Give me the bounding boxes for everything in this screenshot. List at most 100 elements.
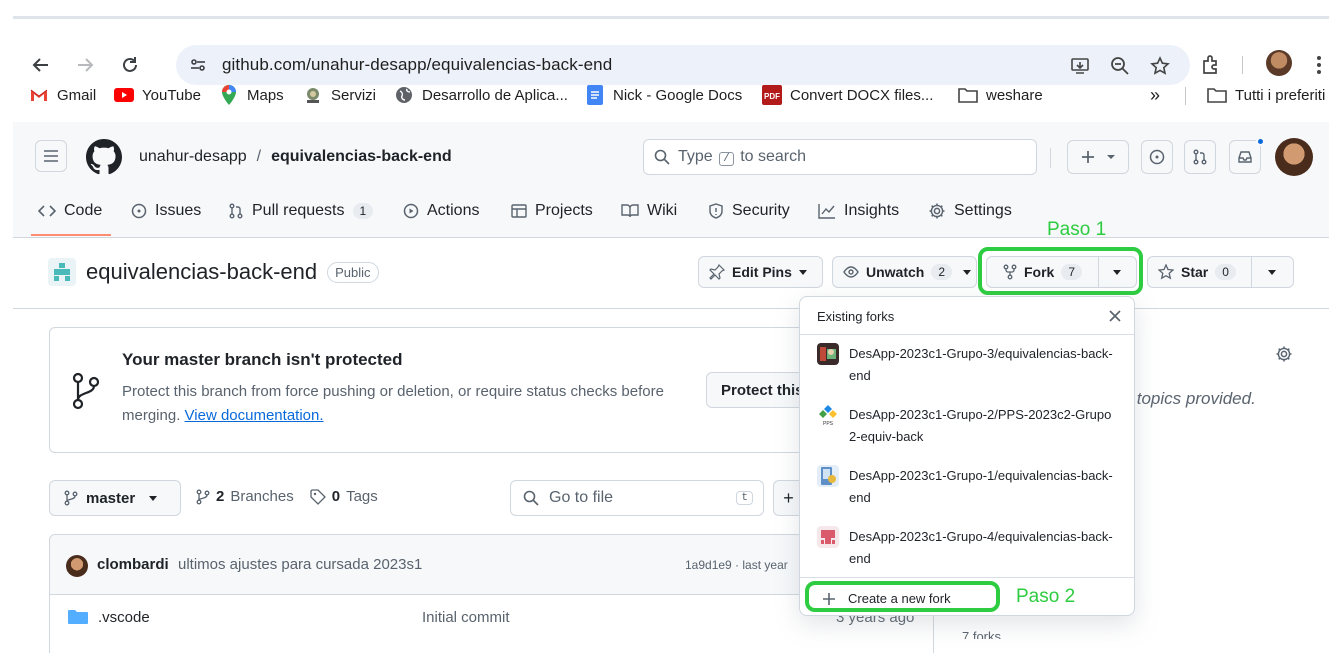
chevron-down-icon [1268,269,1277,275]
existing-fork-item[interactable]: DesApp-2023c1-Grupo-3/equivalencias-back… [817,343,1117,393]
install-app-icon[interactable] [1069,55,1091,77]
git-branch-icon [196,489,210,504]
search-placeholder-suffix: to search [740,148,807,165]
github-logo-icon[interactable] [86,139,122,175]
star-dropdown-toggle[interactable] [1252,257,1293,287]
shield-icon [709,203,723,219]
about-settings-gear-icon[interactable] [1275,345,1293,363]
commit-author-avatar[interactable] [66,555,88,577]
bookmark-weshare[interactable]: weshare [958,80,1043,110]
file-row-message[interactable]: Initial commit [422,609,510,626]
chevron-double-right-icon: » [1150,84,1161,105]
branches-tags-links: 2 Branches 0 Tags [196,488,378,505]
back-button[interactable] [28,52,54,78]
pull-request-icon [229,203,243,219]
tab-label: Wiki [647,202,678,219]
pin-icon [709,264,725,280]
user-avatar[interactable] [1275,138,1313,176]
breadcrumb-owner[interactable]: unahur-desapp [139,148,247,166]
bookmark-gmail[interactable]: Gmail [29,80,96,110]
go-to-file-input[interactable]: Go to file t [510,480,764,516]
bookmark-nick-docs[interactable]: Nick - Google Docs [585,80,742,110]
reload-button[interactable] [117,52,143,78]
zoom-icon[interactable] [1109,55,1131,77]
repo-title: equivalencias-back-end Public [48,258,379,286]
url-text[interactable]: github.com/unahur-desapp/equivalencias-b… [222,55,612,75]
paso1-highlight [978,247,1143,295]
unwatch-button[interactable]: Unwatch 2 [832,256,977,288]
edit-pins-button[interactable]: Edit Pins [698,256,823,288]
repo-identicon-icon [48,258,76,286]
fork-avatar-icon: PPS [817,404,839,426]
tab-insights[interactable]: Insights [818,196,899,226]
paso1-annotation: Paso 1 [1047,219,1107,240]
create-new-button[interactable] [1067,140,1129,174]
edit-pins-label: Edit Pins [732,264,792,280]
address-bar[interactable]: github.com/unahur-desapp/equivalencias-b… [176,45,1190,85]
banner-description: Protect this branch from force pushing o… [122,380,712,428]
tab-wiki[interactable]: Wiki [621,196,677,226]
breadcrumb-repo[interactable]: equivalencias-back-end [271,148,452,166]
tab-issues[interactable]: Issues [131,196,201,226]
book-icon [621,204,639,218]
browser-profile-avatar[interactable] [1266,50,1292,76]
repo-name[interactable]: equivalencias-back-end [86,259,317,285]
tab-label: Issues [155,202,202,219]
fork-name: DesApp-2023c1-Grupo-2/PPS-2023c2-Grupo2-… [849,407,1112,444]
commit-message[interactable]: ultimos ajustes para cursada 2023s1 [178,556,422,573]
tab-settings[interactable]: Settings [928,196,1012,226]
bookmark-all[interactable]: Tutti i preferiti [1207,80,1325,110]
branch-protection-banner: Your master branch isn't protected Prote… [49,327,849,453]
site-info-icon[interactable] [186,53,210,77]
tag-icon [310,488,326,505]
bookmark-star-icon[interactable] [1149,55,1171,77]
pull-requests-button[interactable] [1184,140,1216,174]
forward-button[interactable] [72,52,98,78]
view-documentation-link[interactable]: View documentation. [185,407,324,424]
commit-hash-time[interactable]: 1a9d1e9 · last year [685,558,788,572]
file-row-name[interactable]: .vscode [98,609,150,626]
browser-menu-icon[interactable] [1311,52,1327,78]
bookmark-youtube[interactable]: YouTube [114,80,201,110]
bookmark-convert-docx[interactable]: PDF Convert DOCX files... [762,80,933,110]
branches-count: 2 [216,488,225,505]
bookmark-label: Desarrollo de Aplica... [422,86,568,104]
issues-button[interactable] [1141,140,1173,174]
inbox-button[interactable] [1229,140,1261,174]
bookmark-maps[interactable]: Maps [219,80,284,110]
existing-fork-item[interactable]: PPS DesApp-2023c1-Grupo-2/PPS-2023c2-Gru… [817,404,1117,454]
folder-icon [958,85,978,105]
tab-strip-edge [13,16,1329,19]
bookmark-desarrollo[interactable]: Desarrollo de Aplica... [394,80,568,110]
hamburger-icon [44,150,58,162]
fork-name: DesApp-2023c1-Grupo-4/equivalencias-back… [849,529,1113,566]
notification-dot [1256,137,1265,146]
hamburger-menu-button[interactable] [35,140,67,172]
tags-count: 0 [331,488,341,505]
extensions-icon[interactable] [1198,52,1224,78]
about-forks-count[interactable]: 7 forks [962,629,1001,639]
tab-projects[interactable]: Projects [511,196,593,226]
tab-actions[interactable]: Actions [403,196,479,226]
go-to-file-placeholder: Go to file [549,489,614,506]
servizi-icon [303,85,323,105]
existing-fork-item[interactable]: DesApp-2023c1-Grupo-1/equivalencias-back… [817,465,1117,515]
tab-security[interactable]: Security [708,196,790,226]
star-button[interactable]: Star 0 [1148,257,1251,287]
tab-pull-requests[interactable]: Pull requests 1 [228,196,374,226]
github-header: unahur-desapp / equivalencias-back-end T… [13,122,1329,238]
bookmark-label: Tutti i preferiti [1235,86,1326,104]
commit-author[interactable]: clombardi [97,556,169,573]
search-input[interactable]: Type / to search [643,139,1037,175]
bookmark-servizi[interactable]: Servizi [303,80,376,110]
branches-link[interactable]: 2 Branches [196,488,294,505]
tab-code[interactable]: Code [38,196,102,226]
existing-fork-item[interactable]: DesApp-2023c1-Grupo-4/equivalencias-back… [817,526,1117,576]
branch-select-button[interactable]: master [49,480,181,516]
svg-text:PPS: PPS [823,421,834,426]
tags-link[interactable]: 0 Tags [310,488,378,505]
youtube-icon [114,85,134,105]
header-divider [1050,148,1051,168]
bookmarks-overflow[interactable]: » [1150,80,1160,110]
close-icon[interactable] [1106,307,1124,325]
